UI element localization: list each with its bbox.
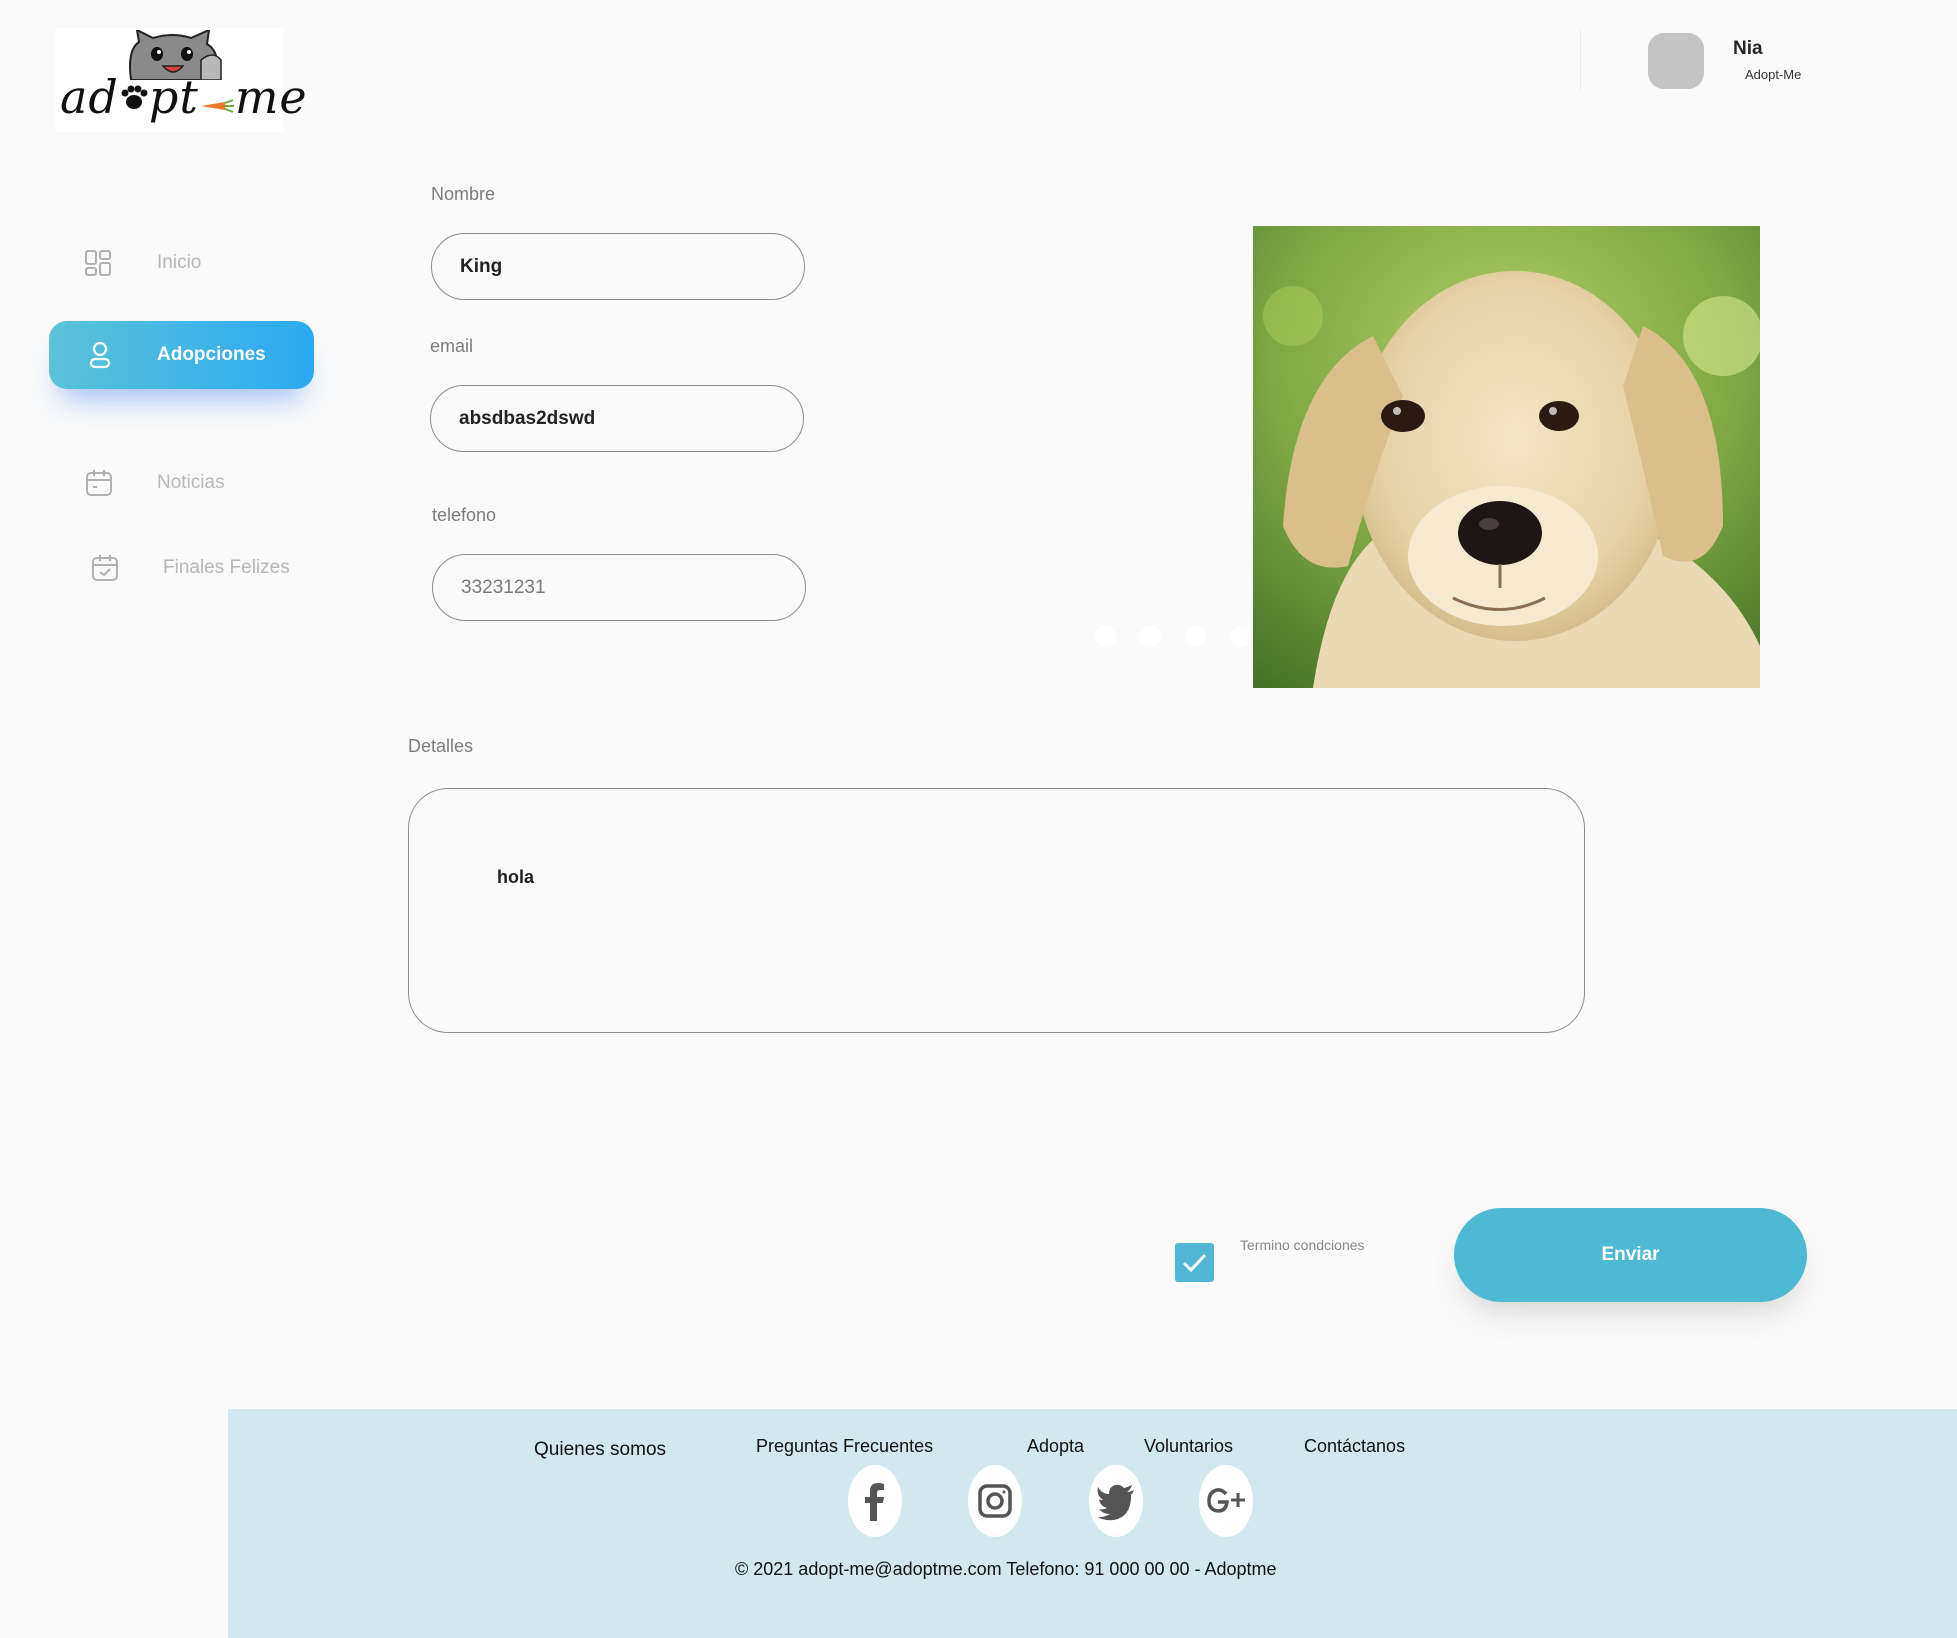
user-name: Nia: [1733, 38, 1763, 59]
paw-icon: [119, 70, 149, 124]
footer: Quienes somos Preguntas Frecuentes Adopt…: [228, 1409, 1957, 1638]
sidebar-item-label: Adopciones: [157, 344, 266, 365]
footer-link-voluntarios[interactable]: Voluntarios: [1144, 1436, 1233, 1457]
carousel-dot[interactable]: [1095, 626, 1116, 647]
instagram-button[interactable]: [968, 1465, 1022, 1537]
sidebar-item-inicio[interactable]: Inicio: [83, 248, 201, 278]
facebook-icon: [865, 1483, 884, 1521]
copyright-text: © 2021 adopt-me@adoptme.com Telefono: 91…: [735, 1559, 1277, 1579]
nombre-field[interactable]: [431, 233, 805, 300]
footer-link-quienes-somos[interactable]: Quienes somos: [534, 1439, 666, 1461]
sidebar-item-label: Inicio: [157, 252, 202, 273]
twitter-icon: [1097, 1484, 1134, 1521]
header-divider: [1580, 30, 1581, 90]
email-field[interactable]: [430, 385, 804, 452]
calendar-icon: [86, 470, 112, 496]
facebook-button[interactable]: [848, 1465, 902, 1537]
calendar-check-icon: [92, 555, 118, 581]
detalles-label: Detalles: [408, 736, 474, 756]
twitter-button[interactable]: [1089, 1465, 1143, 1537]
sidebar-item-label: Noticias: [157, 472, 225, 493]
email-label: email: [430, 336, 474, 356]
carousel-dot[interactable]: [1140, 626, 1161, 647]
google-plus-icon: [1207, 1488, 1245, 1513]
submit-button[interactable]: Enviar: [1454, 1208, 1807, 1302]
detalles-text: hola: [497, 867, 535, 887]
logo-wordmark: ad pt me: [60, 70, 308, 124]
carrot-icon: [199, 70, 235, 124]
detalles-textarea[interactable]: hola: [408, 788, 1585, 1033]
google-plus-button[interactable]: [1199, 1465, 1253, 1537]
footer-link-adopta[interactable]: Adopta: [1027, 1436, 1084, 1457]
sidebar-item-noticias[interactable]: Noticias: [84, 468, 225, 498]
user-icon: [89, 341, 111, 369]
avatar[interactable]: [1648, 33, 1704, 89]
terms-checkbox[interactable]: [1175, 1243, 1214, 1282]
terms-label: Termino condciones: [1240, 1237, 1365, 1253]
sidebar-item-adopciones[interactable]: Adopciones: [49, 321, 314, 389]
dashboard-icon: [85, 250, 111, 276]
user-organization: Adopt-Me: [1745, 67, 1802, 82]
carousel-dot[interactable]: [1185, 626, 1206, 647]
adoptme-logo[interactable]: ad pt me: [55, 28, 307, 132]
footer-link-contactanos[interactable]: Contáctanos: [1304, 1436, 1405, 1457]
sidebar-item-label: Finales Felizes: [163, 557, 290, 578]
instagram-icon: [978, 1484, 1012, 1518]
telefono-label: telefono: [432, 505, 497, 525]
check-icon: [1182, 1253, 1207, 1273]
carousel-dots[interactable]: [1095, 626, 1251, 647]
telefono-field[interactable]: [432, 554, 806, 621]
footer-link-preguntas[interactable]: Preguntas Frecuentes: [756, 1436, 933, 1457]
carousel-dot[interactable]: [1230, 626, 1251, 647]
nombre-label: Nombre: [431, 184, 496, 204]
pet-photo: [1253, 226, 1760, 688]
sidebar-item-finales-felizes[interactable]: Finales Felizes: [90, 553, 290, 583]
